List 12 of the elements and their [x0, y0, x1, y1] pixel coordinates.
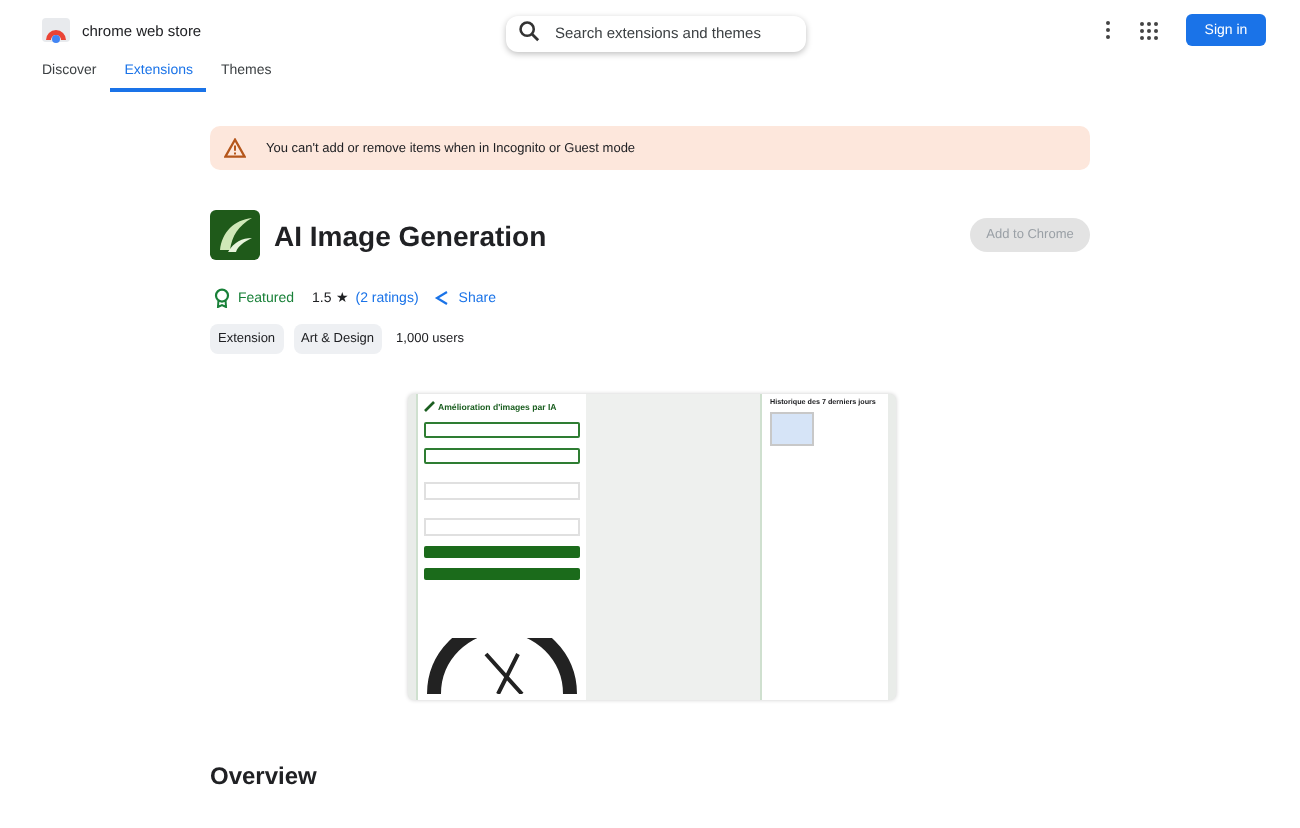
search-icon	[517, 19, 539, 41]
rainbow-logo-icon	[40, 14, 72, 46]
warning-icon	[224, 138, 246, 158]
overview-heading: Overview	[210, 762, 319, 790]
leaf-logo-icon	[210, 210, 260, 260]
more-options-icon[interactable]	[1104, 20, 1112, 40]
extension-title: AI Image Generation	[274, 219, 547, 251]
share-icon[interactable]	[434, 290, 451, 306]
apps-grid-icon[interactable]	[1140, 21, 1158, 39]
wand-icon	[424, 400, 436, 412]
thumbnail-placeholder	[770, 412, 814, 446]
award-badge-icon	[214, 288, 230, 308]
